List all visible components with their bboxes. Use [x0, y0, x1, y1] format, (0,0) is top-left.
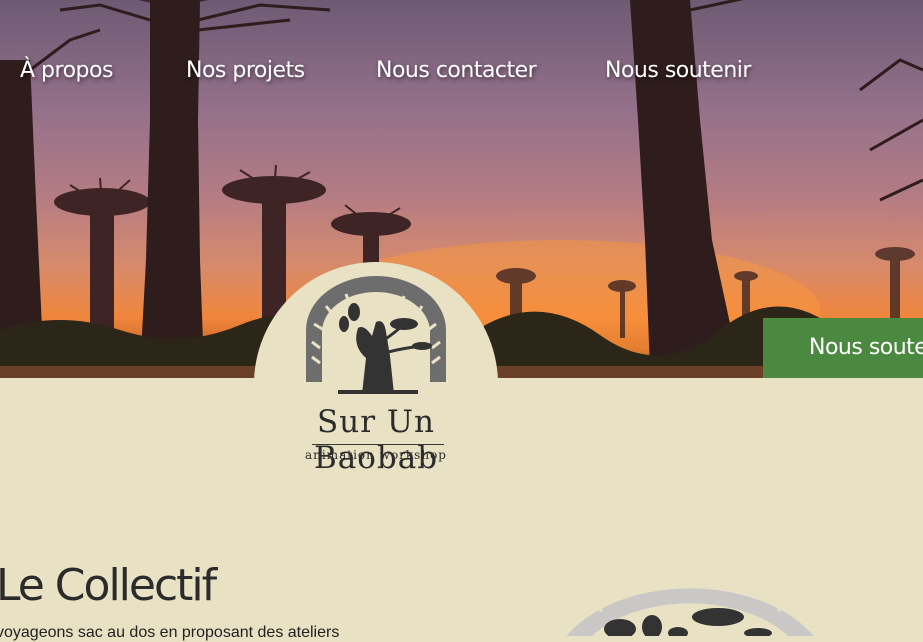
site-logo[interactable]: Sur Un Baobab animation workshop — [254, 262, 498, 506]
nav-link-nous-contacter[interactable]: Nous contacter — [376, 58, 537, 83]
nav-link-nos-projets[interactable]: Nos projets — [186, 58, 305, 83]
baobab-watermark-icon — [566, 566, 814, 636]
baobab-emblem-icon — [306, 276, 446, 394]
nav-link-nous-soutenir[interactable]: Nous soutenir — [605, 58, 751, 83]
logo-underline — [312, 444, 444, 445]
logo-title: Sur Un Baobab — [313, 404, 439, 476]
section-text: voyageons sac au dos en proposant des at… — [0, 624, 340, 641]
section-title: Le Collectif — [0, 560, 217, 611]
logo-subtitle: animation workshop — [305, 448, 447, 462]
nav-link-a-propos[interactable]: À propos — [20, 58, 113, 83]
support-button[interactable]: Nous soutenir — [763, 318, 923, 378]
